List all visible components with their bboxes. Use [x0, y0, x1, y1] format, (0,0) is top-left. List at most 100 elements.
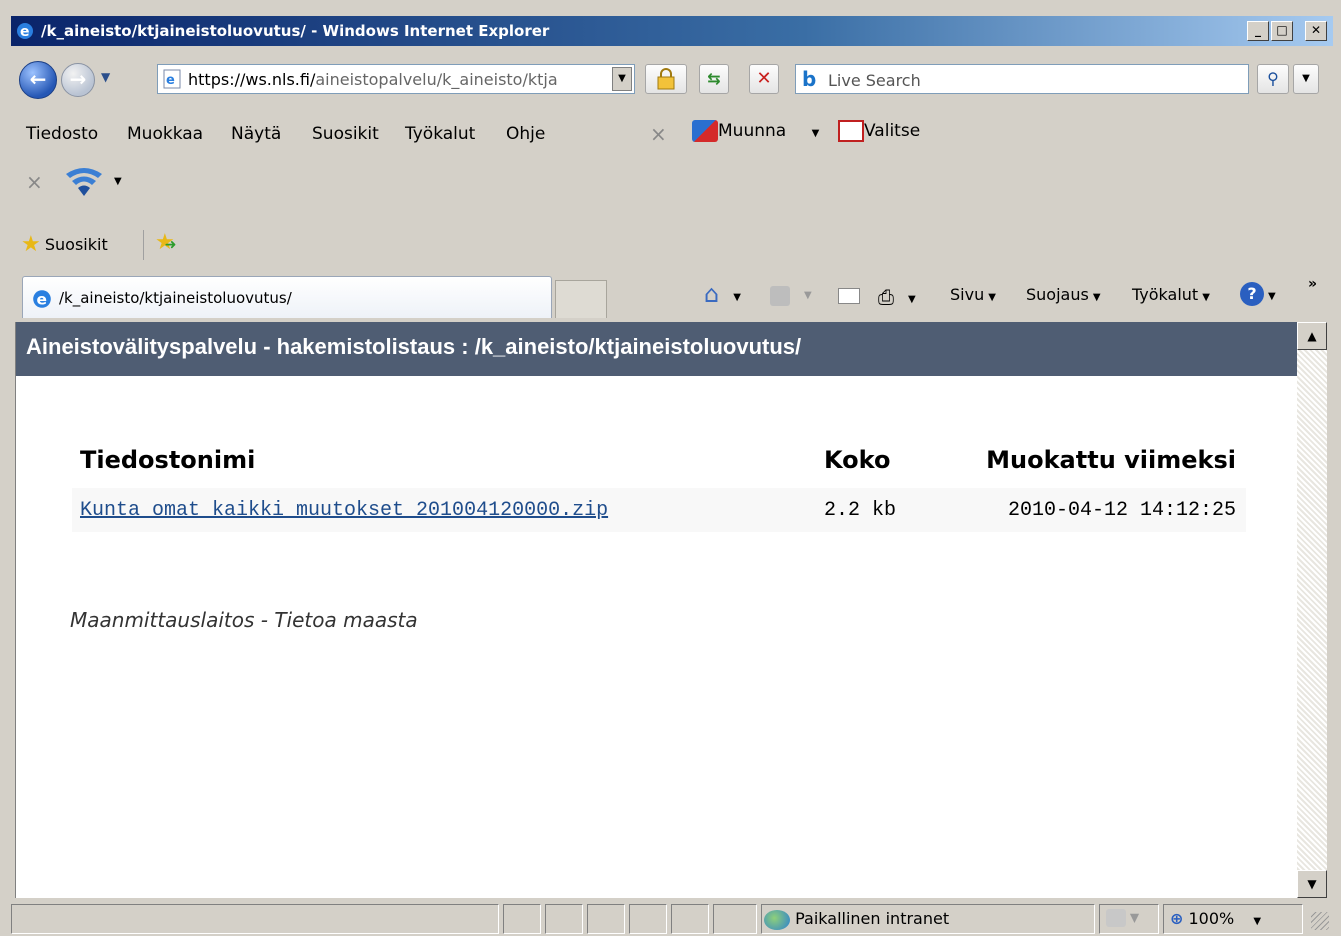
chevron-down-icon: ▼	[733, 292, 741, 303]
forward-button[interactable]: →	[61, 63, 95, 97]
favorites-button[interactable]: ★ Suosikit	[21, 232, 108, 257]
protected-mode-panel[interactable]: ▼	[1099, 904, 1159, 934]
search-options-button[interactable]: ▼	[1293, 64, 1319, 94]
convert-pdf-button[interactable]: Muunna ▼	[692, 120, 819, 142]
close-window-button[interactable]: ✕	[1305, 21, 1327, 41]
column-header-modified: Muokattu viimeksi	[986, 446, 1236, 474]
read-mail-button[interactable]	[838, 285, 860, 304]
chevron-down-icon: ▼	[1253, 916, 1262, 927]
scroll-up-button[interactable]: ▲	[1297, 322, 1327, 350]
chevron-down-icon: ▼	[1092, 292, 1101, 303]
refresh-icon: ⇆	[707, 69, 721, 88]
page-menu-label: Sivu	[950, 285, 985, 304]
menu-favorites[interactable]: Suosikit	[312, 124, 379, 144]
select-button[interactable]: Valitse	[838, 120, 920, 142]
minimize-button[interactable]: _	[1247, 21, 1269, 41]
close-addon-toolbar-icon[interactable]: ×	[650, 122, 667, 146]
page-content: Aineistovälityspalvelu - hakemistolistau…	[15, 322, 1297, 898]
footer-text: Maanmittauslaitos - Tietoa maasta	[70, 608, 418, 632]
maximize-button[interactable]: □	[1271, 21, 1293, 41]
tools-menu-button[interactable]: Työkalut ▼	[1132, 285, 1210, 304]
print-button[interactable]: ⎙ ▼	[878, 285, 916, 309]
chevron-down-icon: ▼	[908, 294, 916, 305]
chevron-down-icon: ▼	[114, 176, 122, 187]
internet-explorer-icon: e	[17, 23, 33, 40]
zoom-panel[interactable]: ⊕ 100% ▼	[1163, 904, 1303, 934]
status-panel	[503, 904, 541, 934]
mail-icon	[838, 287, 860, 304]
page-menu-button[interactable]: Sivu ▼	[950, 285, 996, 304]
security-lock-button[interactable]	[645, 64, 687, 94]
url-host: ://ws.nls.fi/	[229, 70, 316, 89]
search-field[interactable]: b Live Search	[795, 64, 1249, 94]
green-arrow-icon: ➜	[164, 237, 177, 253]
help-button[interactable]: ? ▼	[1240, 282, 1276, 306]
tools-menu-label: Työkalut	[1132, 285, 1199, 304]
chevron-down-icon: ▼	[1302, 73, 1310, 84]
search-button[interactable]: ⚲	[1257, 64, 1289, 94]
recent-pages-dropdown-icon[interactable]: ▼	[101, 70, 110, 84]
status-panel	[545, 904, 583, 934]
convert-label: Muunna	[718, 121, 787, 141]
file-modified: 2010-04-12 14:12:25	[1007, 499, 1236, 522]
chevron-down-icon: ▼	[1129, 910, 1140, 925]
address-dropdown-button[interactable]: ▼	[612, 67, 632, 91]
favorites-divider	[143, 230, 144, 260]
protected-mode-icon	[1106, 909, 1126, 927]
security-zone-panel[interactable]: Paikallinen intranet	[761, 904, 1095, 934]
chevron-down-icon: ▼	[1268, 291, 1276, 302]
addon-wifi-button[interactable]: ▼	[64, 166, 122, 204]
close-addon-toolbar-2-icon[interactable]: ×	[26, 170, 43, 194]
svg-text:e: e	[20, 24, 30, 40]
home-icon: ⌂	[704, 280, 720, 308]
add-to-favorites-button[interactable]: ★➜	[155, 230, 176, 255]
window-title-bar[interactable]: e /k_aineisto/ktjaineistoluovutus/ - Win…	[11, 16, 1333, 46]
pdf-select-icon	[838, 120, 864, 142]
menu-tools[interactable]: Työkalut	[405, 124, 475, 144]
url-protocol: https	[188, 70, 230, 89]
back-button[interactable]: ←	[19, 61, 57, 99]
feeds-button[interactable]: ▼	[770, 285, 812, 306]
home-button[interactable]: ⌂ ▼	[704, 280, 741, 308]
refresh-button[interactable]: ⇆	[699, 64, 729, 94]
security-zone-label: Paikallinen intranet	[795, 909, 950, 928]
search-placeholder: Live Search	[828, 71, 921, 90]
resize-grip-icon[interactable]	[1311, 912, 1329, 930]
vertical-scrollbar[interactable]: ▲ ▼	[1297, 322, 1327, 898]
stop-button[interactable]: ✕	[749, 64, 779, 94]
live-search-logo-icon: b	[802, 67, 817, 91]
status-panel	[671, 904, 709, 934]
file-link[interactable]: Kunta_omat_kaikki_muutokset_201004120000…	[80, 499, 608, 522]
stop-icon: ✕	[756, 68, 772, 89]
chevron-overflow-icon[interactable]: »	[1308, 276, 1317, 292]
chevron-down-icon: ▼	[1202, 292, 1210, 303]
star-icon: ★	[21, 232, 41, 257]
zoom-level: 100%	[1188, 909, 1235, 928]
zoom-icon: ⊕	[1170, 909, 1184, 928]
safety-menu-label: Suojaus	[1026, 285, 1089, 304]
select-label: Valitse	[864, 121, 921, 141]
chevron-down-icon: ▼	[811, 128, 820, 139]
new-tab-button[interactable]	[555, 280, 607, 318]
safety-menu-button[interactable]: Suojaus ▼	[1026, 285, 1101, 304]
tab-current[interactable]: e /k_aineisto/ktjaineistoluovutus/	[22, 276, 552, 318]
rss-icon	[770, 285, 790, 306]
menu-edit[interactable]: Muokkaa	[127, 124, 203, 144]
pdf-convert-icon	[692, 120, 718, 142]
file-size: 2.2 kb	[824, 499, 897, 522]
scroll-down-button[interactable]: ▼	[1297, 870, 1327, 898]
status-panel	[629, 904, 667, 934]
menu-view[interactable]: Näytä	[231, 124, 281, 144]
svg-text:e: e	[37, 291, 47, 309]
address-field[interactable]: e https://ws.nls.fi/aineistopalvelu/k_ai…	[157, 64, 635, 94]
lock-icon	[657, 68, 675, 90]
status-panel	[587, 904, 625, 934]
help-icon: ?	[1240, 282, 1264, 306]
menu-help[interactable]: Ohje	[506, 124, 545, 144]
page-title: Aineistovälityspalvelu - hakemistolistau…	[16, 322, 1297, 376]
status-bar: Paikallinen intranet ▼ ⊕ 100% ▼	[11, 902, 1333, 936]
column-header-size: Koko	[824, 446, 891, 474]
internet-explorer-icon: e	[33, 290, 51, 309]
chevron-down-icon: ▼	[988, 292, 996, 303]
menu-file[interactable]: Tiedosto	[26, 124, 98, 144]
